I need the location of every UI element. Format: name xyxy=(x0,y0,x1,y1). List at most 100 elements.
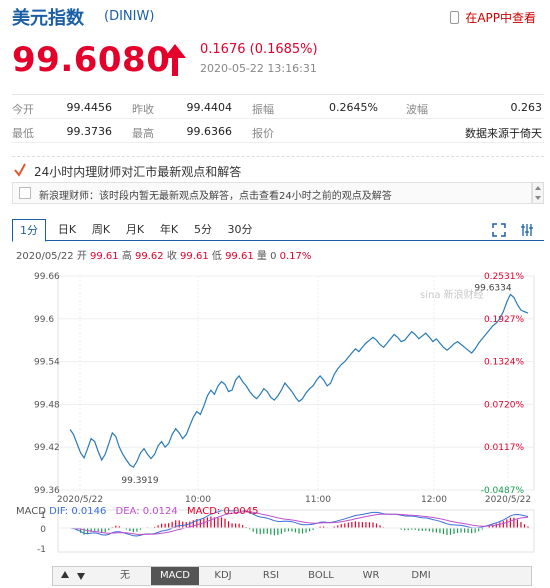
page-title: 美元指数 xyxy=(12,8,84,29)
ohlc-volume: 0 xyxy=(270,251,277,262)
fullscreen-icon[interactable] xyxy=(492,223,506,237)
y-tick-pct-label: 0.2531% xyxy=(484,272,524,282)
header: 美元指数 (DINIW) 在APP中查看 xyxy=(0,0,550,32)
x-tick-label: 2020/5/22 xyxy=(57,495,103,505)
ohlc-close: 99.61 xyxy=(180,251,209,262)
period-tabs: 1分 日K 周K 月K 年K 5分 30分 xyxy=(12,219,544,242)
checkmark-icon xyxy=(14,163,26,177)
stat-value: 99.4404 xyxy=(186,101,233,114)
indicator-dmi[interactable]: DMI xyxy=(395,567,447,585)
stat-label: 波幅 xyxy=(406,103,428,116)
stat-label: 昨收 xyxy=(132,103,154,116)
stat-label: 最低 xyxy=(12,127,34,140)
tab-30min[interactable]: 30分 xyxy=(222,219,258,241)
advisor-news-text: 新浪理财师：该时段内暂无最新观点及解答，点击查看24小时之前的观点及解答 xyxy=(39,191,392,202)
tab-weekly[interactable]: 周K xyxy=(86,219,116,241)
x-tick-label: 12:00 xyxy=(421,495,447,505)
dea-value: DEA: 0.0124 xyxy=(115,506,178,517)
ohlc-low: 99.61 xyxy=(225,251,254,262)
y-tick-label: 99.54 xyxy=(34,358,60,368)
y-tick-pct-label: 0.0720% xyxy=(484,400,524,410)
ohlc-pct: 0.17% xyxy=(279,251,312,262)
y-axis: 99.6699.699.5499.4899.4299.36 xyxy=(34,272,60,496)
y-tick-label: 99.42 xyxy=(34,443,60,453)
tab-1min[interactable]: 1分 xyxy=(12,219,46,242)
advisor-news-item[interactable]: 新浪理财师：该时段内暂无最新观点及解答，点击查看24小时之前的观点及解答 xyxy=(12,182,532,204)
min-price-label: 99.3919 xyxy=(121,476,158,486)
phone-icon xyxy=(450,11,460,24)
stat-label: 振幅 xyxy=(252,103,274,116)
ohlc-close-label: 收 xyxy=(166,251,177,262)
news-scrollbar[interactable] xyxy=(532,182,544,204)
up-arrow-icon xyxy=(164,44,186,76)
macd-value: MACD: 0.0045 xyxy=(186,506,259,517)
stats-row: 今开 99.4456 昨收 99.4404 振幅 0.2645% 波幅 0.26… xyxy=(12,95,544,119)
stats-row: 最低 99.3736 最高 99.6366 报价 数据来源于倚天 xyxy=(12,119,544,143)
indicator-none[interactable]: 无 xyxy=(99,567,151,585)
stat-value: 0.263 xyxy=(510,101,543,114)
open-in-app-link[interactable]: 在APP中查看 xyxy=(450,9,536,26)
y-tick-label: 99.66 xyxy=(34,272,60,282)
tab-daily[interactable]: 日K xyxy=(52,219,82,241)
ohlc-date: 2020/05/22 xyxy=(16,251,74,262)
y-tick-label: 99.48 xyxy=(34,400,60,410)
y-tick-pct-label: 0.0117% xyxy=(484,443,524,453)
x-tick-label: 10:00 xyxy=(185,495,211,505)
settings-icon[interactable] xyxy=(520,223,534,237)
dif-value: DIF: 0.0146 xyxy=(49,506,107,517)
tab-monthly[interactable]: 月K xyxy=(120,219,150,241)
macd-y-tick: -1 xyxy=(37,545,46,555)
scroll-down-icon[interactable] xyxy=(535,196,541,200)
last-price: 99.6080 xyxy=(12,40,171,80)
stat-label: 报价 xyxy=(252,127,274,140)
arrow-up-icon[interactable] xyxy=(61,571,69,578)
ohlc-high-label: 高 xyxy=(121,251,132,262)
macd-y-tick: 0 xyxy=(40,525,46,535)
advisor-news-header[interactable]: 24小时内理财师对汇市最新观点和解答 xyxy=(12,156,544,182)
macd-histogram xyxy=(72,516,529,536)
avatar-icon xyxy=(19,187,31,199)
ohlc-low-label: 低 xyxy=(211,251,222,262)
ohlc-open-label: 开 xyxy=(76,251,87,262)
ohlc-high: 99.62 xyxy=(135,251,164,262)
stat-label: 今开 xyxy=(12,103,34,116)
price-change: 0.1676 (0.1685%) xyxy=(200,42,318,57)
chart-grid xyxy=(57,275,535,491)
tab-yearly[interactable]: 年K xyxy=(154,219,184,241)
ohlc-volume-label: 量 xyxy=(256,251,267,262)
tab-5min[interactable]: 5分 xyxy=(188,219,218,241)
indicator-boll[interactable]: BOLL xyxy=(295,567,347,585)
x-axis: 2020/5/22 10:00 11:00 12:00 2020/5/22 xyxy=(57,495,531,505)
advisor-news-title: 24小时内理财师对汇市最新观点和解答 xyxy=(34,165,242,179)
stats-table: 今开 99.4456 昨收 99.4404 振幅 0.2645% 波幅 0.26… xyxy=(12,94,544,143)
arrow-down-icon[interactable] xyxy=(77,573,85,580)
quote-time: 2020-05-22 13:16:31 xyxy=(200,62,317,75)
y-tick-pct-label: 0.1927% xyxy=(484,315,524,325)
ohlc-readout: 2020/05/22 开 99.61 高 99.62 收 99.61 低 99.… xyxy=(16,247,311,262)
scroll-up-icon[interactable] xyxy=(535,186,541,190)
ohlc-open: 99.61 xyxy=(90,251,119,262)
y-tick-label: 99.6 xyxy=(34,315,54,325)
x-tick-label: 11:00 xyxy=(305,495,331,505)
indicator-bar: 无 MACD KDJ RSI BOLL WR DMI xyxy=(52,566,532,586)
stat-value: 0.2645% xyxy=(329,101,378,114)
x-tick-label: 2020/5/22 xyxy=(485,495,531,505)
price-chart[interactable]: sina 新浪财经 99.6699.699.5499.4899.4299.36 … xyxy=(0,262,550,566)
max-price-label: 99.6334 xyxy=(474,284,511,294)
stat-value: 99.4456 xyxy=(66,101,113,114)
indicator-macd[interactable]: MACD xyxy=(151,567,199,585)
price-line xyxy=(69,293,529,469)
stat-value: 99.6366 xyxy=(186,125,233,138)
stat-label: 最高 xyxy=(132,127,154,140)
indicator-wr[interactable]: WR xyxy=(347,567,395,585)
quote-panel: 99.6080 0.1676 (0.1685%) 2020-05-22 13:1… xyxy=(12,40,542,80)
indicator-kdj[interactable]: KDJ xyxy=(199,567,247,585)
symbol-code: (DINIW) xyxy=(104,9,155,24)
indicator-rsi[interactable]: RSI xyxy=(247,567,295,585)
y-tick-pct-label: 0.1324% xyxy=(484,358,524,368)
data-source: 数据来源于倚天 xyxy=(465,127,542,140)
macd-legend: MACD DIF: 0.0146 DEA: 0.0124 MACD: 0.004… xyxy=(16,506,258,517)
open-in-app-label: 在APP中查看 xyxy=(465,11,536,25)
stat-value: 99.3736 xyxy=(66,125,113,138)
macd-title: MACD xyxy=(16,506,46,517)
